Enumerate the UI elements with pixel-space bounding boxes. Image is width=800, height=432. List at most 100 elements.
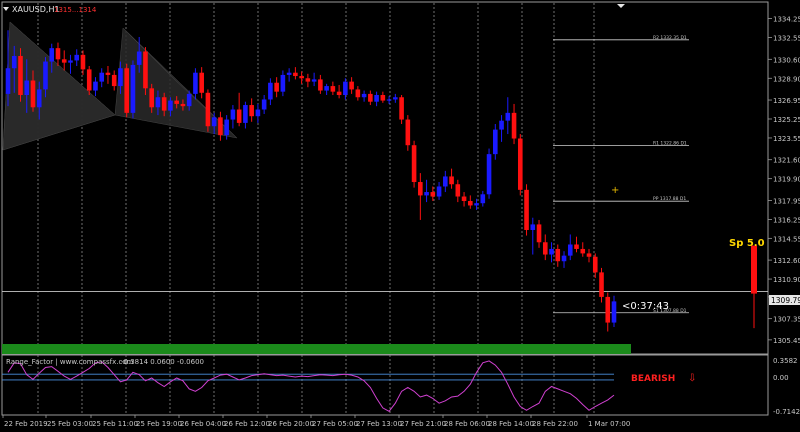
candle-body <box>393 97 398 100</box>
price-tick-label: 1316.25 <box>773 216 800 224</box>
candle-body <box>418 182 423 196</box>
time-tick-label: 25 Feb 19:00 <box>136 420 182 428</box>
price-tick-label: 1321.60 <box>773 157 800 165</box>
candle-body <box>336 91 342 96</box>
candle-body <box>261 99 267 110</box>
bearish-signal: BEARISH <box>631 374 675 384</box>
down-arrow-icon: ⇩ <box>688 373 696 384</box>
candle-body <box>592 256 598 273</box>
price-tick-label: 1325.25 <box>773 116 800 124</box>
candle-body <box>549 248 554 255</box>
candle-body <box>330 86 336 92</box>
candle-body <box>68 60 73 63</box>
candle-body <box>517 138 523 190</box>
candle-body <box>511 112 517 139</box>
candle-body <box>486 154 492 195</box>
candle-body <box>186 93 192 107</box>
crosshair-marker: + <box>611 185 619 196</box>
candle-body <box>311 79 317 82</box>
candle-body <box>555 248 561 262</box>
time-tick-label: 26 Feb 12:00 <box>224 420 270 428</box>
candle-body <box>299 76 304 79</box>
candle-body <box>211 117 217 127</box>
price-tick-label: 1310.90 <box>773 276 800 284</box>
candle-body <box>605 296 611 323</box>
time-axis: 22 Feb 2019 25 Feb 03:00 25 Feb 11:0025 Fe… <box>2 415 630 428</box>
pivot-label: R2 1332.35 D1 <box>653 35 687 41</box>
time-tick-label: 28 Feb 14:00 <box>488 420 534 428</box>
candle-body <box>349 81 354 90</box>
candlestick-series <box>5 30 757 332</box>
candle-body <box>136 51 142 65</box>
candle-body <box>374 95 379 102</box>
candle-body <box>49 48 55 62</box>
candle-body <box>286 72 292 75</box>
candle-body <box>492 129 498 155</box>
candle-body <box>5 68 11 94</box>
price-tick-label: 1332.55 <box>773 35 800 43</box>
candle-body <box>542 242 548 255</box>
trading-chart-window[interactable]: R2 1332.35 D1 R1 1322.86 D1 PP 1317.88 D1 S… <box>0 0 800 432</box>
candle-body <box>99 72 105 82</box>
candle-body <box>424 192 429 196</box>
candle-body <box>355 89 361 98</box>
price-tick-label: 1319.90 <box>773 176 800 184</box>
candle-body <box>218 117 223 136</box>
candle-body <box>399 97 404 120</box>
candle-body <box>480 194 486 204</box>
current-price-label: 1309.79 <box>771 296 800 305</box>
candle-body <box>380 95 386 101</box>
time-tick-label: 1 Mar 07:00 <box>588 420 630 428</box>
candle-body <box>536 224 542 243</box>
candle-body <box>580 248 586 254</box>
candle-body <box>180 103 186 107</box>
time-tick-label: 28 Feb 06:00 <box>444 420 490 428</box>
indicator-tick-label: -0.7142 <box>773 408 800 416</box>
candle-body <box>430 192 436 197</box>
candle-body <box>468 200 473 206</box>
indicator-tick-label: 0.00 <box>773 374 789 382</box>
time-tick-label: 27 Feb 05:00 <box>312 420 358 428</box>
candle-body <box>499 120 504 130</box>
time-tick-label: 27 Feb 13:00 <box>356 420 402 428</box>
candle-body <box>436 186 442 197</box>
triangle-down-icon[interactable] <box>617 4 625 8</box>
time-tick-label: 25 Feb 03:00 <box>47 420 93 428</box>
candle-body <box>561 255 567 262</box>
candle-body <box>230 109 236 120</box>
indicator-tick-label: 0.3582 <box>773 357 798 365</box>
time-tick-label: 26 Feb 20:00 <box>268 420 314 428</box>
candle-body <box>574 244 579 249</box>
candle-body <box>205 92 211 127</box>
candle-body <box>461 196 467 201</box>
price-tick-label: 1330.60 <box>773 56 800 64</box>
candle-body <box>30 80 36 108</box>
candle-body <box>80 54 86 70</box>
pivot-label: R1 1322.86 D1 <box>653 141 687 147</box>
chart-canvas[interactable]: R2 1332.35 D1 R1 1322.86 D1 PP 1317.88 D1 S… <box>0 0 800 432</box>
spread-label: Sp 5.0 <box>729 238 765 249</box>
price-tick-label: 1307.35 <box>773 316 800 324</box>
candle-body <box>268 82 273 100</box>
time-tick-label: 28 Feb 22:00 <box>532 420 578 428</box>
collapse-arrow-icon[interactable] <box>3 7 9 11</box>
candle-body <box>74 54 80 61</box>
candle-body <box>611 301 617 323</box>
candle-body <box>149 88 154 108</box>
volume-bar-strip <box>2 344 631 354</box>
candle-body <box>11 55 17 69</box>
candle-body <box>368 93 373 102</box>
candle-body <box>174 100 179 104</box>
price-tick-label: 1314.55 <box>773 235 800 243</box>
price-tick-label: 1317.95 <box>773 197 800 205</box>
candle-body <box>168 100 173 111</box>
candle-body <box>36 89 42 108</box>
indicator-values: -0.3814 0.0600 -0.0600 <box>121 358 204 366</box>
candle-body <box>361 93 367 98</box>
last-candle-body <box>751 245 757 294</box>
candle-body <box>255 109 261 117</box>
symbol-title: XAUUSD,H1 <box>12 5 60 14</box>
candle-body <box>24 80 30 96</box>
candle-body <box>324 86 329 91</box>
candle-body <box>567 244 573 256</box>
